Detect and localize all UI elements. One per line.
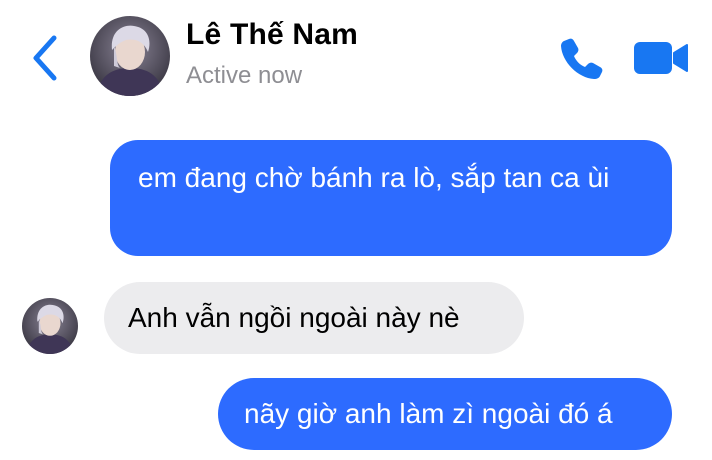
chat-header: Lê Thế Nam Active now bbox=[0, 0, 712, 110]
messenger-chat-screen: Lê Thế Nam Active now em đang chờ bánh r… bbox=[0, 0, 712, 460]
voice-call-button[interactable] bbox=[556, 34, 604, 82]
outgoing-message-bubble[interactable]: nãy giờ anh làm zì ngoài đó á bbox=[218, 378, 672, 450]
chevron-left-icon bbox=[33, 35, 57, 81]
back-button[interactable] bbox=[26, 30, 66, 86]
avatar-photo bbox=[22, 298, 78, 354]
contact-avatar[interactable] bbox=[90, 16, 170, 96]
contact-name[interactable]: Lê Thế Nam bbox=[186, 18, 358, 52]
video-camera-icon bbox=[634, 42, 688, 74]
outgoing-message-bubble[interactable]: em đang chờ bánh ra lò, sắp tan ca ùi bbox=[110, 140, 672, 256]
video-call-button[interactable] bbox=[632, 38, 690, 78]
phone-icon bbox=[561, 38, 603, 79]
contact-status: Active now bbox=[186, 62, 303, 89]
sender-avatar[interactable] bbox=[22, 298, 78, 354]
incoming-message-bubble[interactable]: Anh vẫn ngồi ngoài này nè bbox=[104, 282, 524, 354]
avatar-photo bbox=[90, 16, 170, 96]
